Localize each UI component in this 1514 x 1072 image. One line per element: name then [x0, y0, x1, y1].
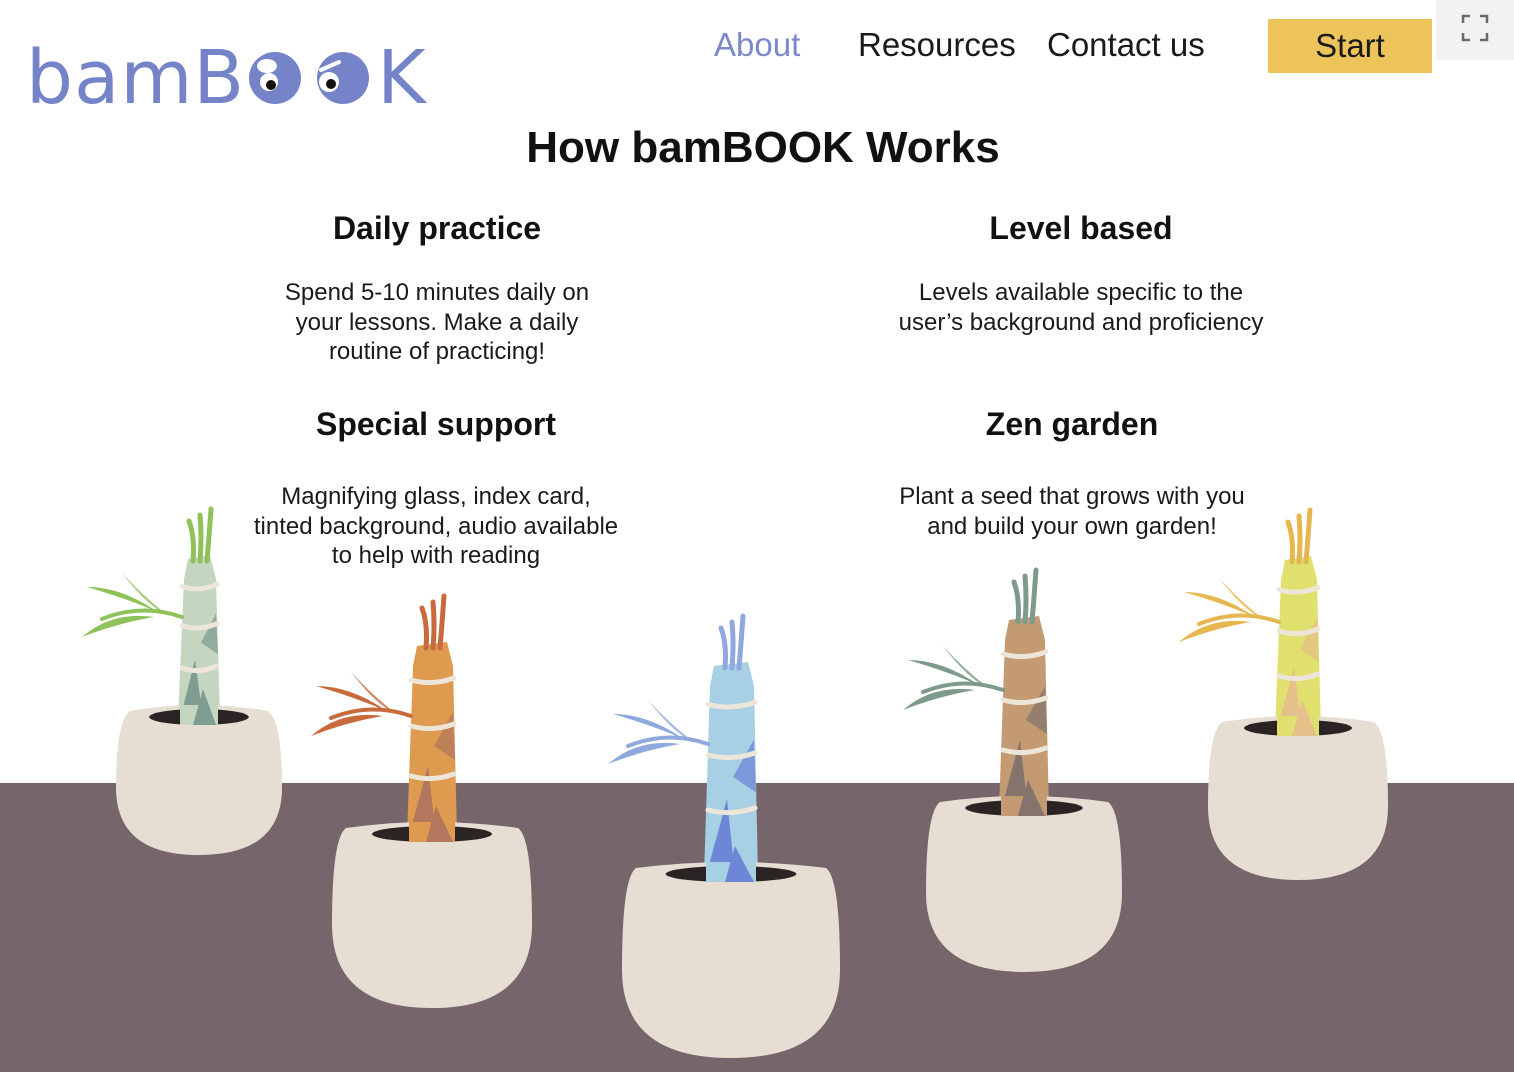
- bamboo-leaf: [648, 700, 692, 741]
- feature-description: Magnifying glass, index card, tinted bac…: [253, 483, 619, 569]
- bamboo-leaf: [908, 660, 979, 686]
- bamboo-leaf: [613, 714, 684, 740]
- bamboo-sprout: [1303, 507, 1313, 565]
- stem-node: [408, 721, 457, 732]
- bamboo-leaf: [316, 686, 387, 712]
- bamboo-leaf: [1184, 592, 1255, 618]
- bamboo-sprout: [1011, 579, 1021, 625]
- stem-node: [179, 663, 220, 674]
- nav-contact-link[interactable]: Contact us: [1047, 24, 1205, 66]
- bamboo-stem-base: [180, 705, 218, 725]
- bamboo-leaf: [351, 672, 395, 713]
- stem-node: [1000, 745, 1049, 756]
- feature-title: Daily practice: [332, 210, 542, 246]
- stem-node: [1276, 626, 1321, 637]
- feature-daily-practice: Daily practice Spend 5-10 minutes daily …: [237, 208, 637, 367]
- bamboo-stem: [178, 555, 220, 719]
- bamboo-leaf: [311, 714, 383, 736]
- stem-node: [408, 771, 457, 782]
- stem-shade: [193, 689, 216, 725]
- bambook-logo[interactable]: bamB K: [26, 38, 426, 118]
- bamboo-branch: [1197, 613, 1281, 626]
- stem-node: [1000, 695, 1049, 706]
- googly-eyes-icon: [247, 48, 375, 108]
- feature-level-based: Level based Levels available specific to…: [861, 208, 1301, 337]
- bamboo-sprout: [430, 599, 437, 651]
- garden-floor: [0, 783, 1514, 1072]
- feature-description: Spend 5-10 minutes daily on your lessons…: [284, 279, 590, 365]
- bamboo-branch: [100, 608, 184, 621]
- bamboo-sprout: [1022, 573, 1029, 625]
- bamboo-leaf: [903, 688, 975, 710]
- stem-shade: [201, 613, 218, 655]
- pot-opening: [149, 709, 249, 725]
- stem-shade: [1026, 686, 1047, 734]
- bamboo-sprout: [718, 625, 728, 671]
- nav-resources-link[interactable]: Resources: [858, 24, 1016, 66]
- bamboo-branch: [921, 681, 1005, 694]
- bamboo-leaf: [82, 615, 154, 637]
- bamboo-leaf: [943, 646, 987, 687]
- bamboo-sprout: [729, 619, 736, 671]
- bamboo-stem: [999, 616, 1049, 810]
- start-button[interactable]: Start: [1268, 19, 1432, 73]
- stem-shade: [1300, 618, 1319, 662]
- fullscreen-icon: [1461, 14, 1489, 47]
- stem-node: [179, 581, 220, 592]
- stem-shade: [1292, 700, 1317, 736]
- feature-title: Zen garden: [985, 406, 1159, 442]
- stem-node: [1276, 585, 1321, 595]
- nav-about-link[interactable]: About: [714, 24, 800, 66]
- bamboo-leaf: [1219, 578, 1263, 619]
- bamboo-sprout: [1296, 513, 1303, 565]
- bamboo-sprout: [186, 518, 196, 564]
- bamboo-sprout: [1029, 567, 1039, 625]
- bamboo-branch: [329, 707, 413, 720]
- logo-text-start: bamB: [26, 35, 246, 121]
- feature-description: Plant a seed that grows with you and bui…: [899, 483, 1245, 540]
- bamboo-sprout: [437, 593, 447, 651]
- bamboo-sprout: [736, 613, 746, 671]
- fullscreen-button[interactable]: [1436, 0, 1514, 60]
- feature-title: Special support: [315, 406, 557, 442]
- feature-description: Levels available specific to the user’s …: [898, 279, 1264, 336]
- stem-node: [1276, 671, 1321, 682]
- stem-node: [1000, 649, 1049, 660]
- pot-opening: [1244, 720, 1352, 736]
- bamboo-sprout: [197, 512, 204, 564]
- logo-text-end: K: [377, 35, 427, 121]
- feature-title: Level based: [989, 210, 1173, 246]
- feature-zen-garden: Zen garden Plant a seed that grows with …: [852, 404, 1292, 541]
- stem-node: [705, 699, 758, 710]
- bamboo-sprout: [204, 506, 214, 564]
- feature-special-support: Special support Magnifying glass, index …: [216, 404, 656, 571]
- bamboo-stem-base: [1277, 716, 1319, 736]
- bamboo-leaf: [87, 587, 158, 613]
- stem-shade: [434, 712, 455, 760]
- bamboo-branch: [626, 735, 710, 748]
- stem-shade: [1277, 667, 1302, 730]
- page-title: How bamBOOK Works: [526, 123, 1000, 172]
- bamboo-sprout: [419, 605, 429, 651]
- stem-node: [705, 750, 758, 761]
- bamboo-leaf: [122, 573, 166, 614]
- bamboo-leaf: [608, 742, 680, 764]
- bamboo-stem: [1275, 556, 1321, 730]
- stem-node: [408, 675, 457, 686]
- stem-shade: [180, 659, 203, 719]
- stem-node: [179, 621, 220, 631]
- bamboo-leaf: [1179, 620, 1251, 642]
